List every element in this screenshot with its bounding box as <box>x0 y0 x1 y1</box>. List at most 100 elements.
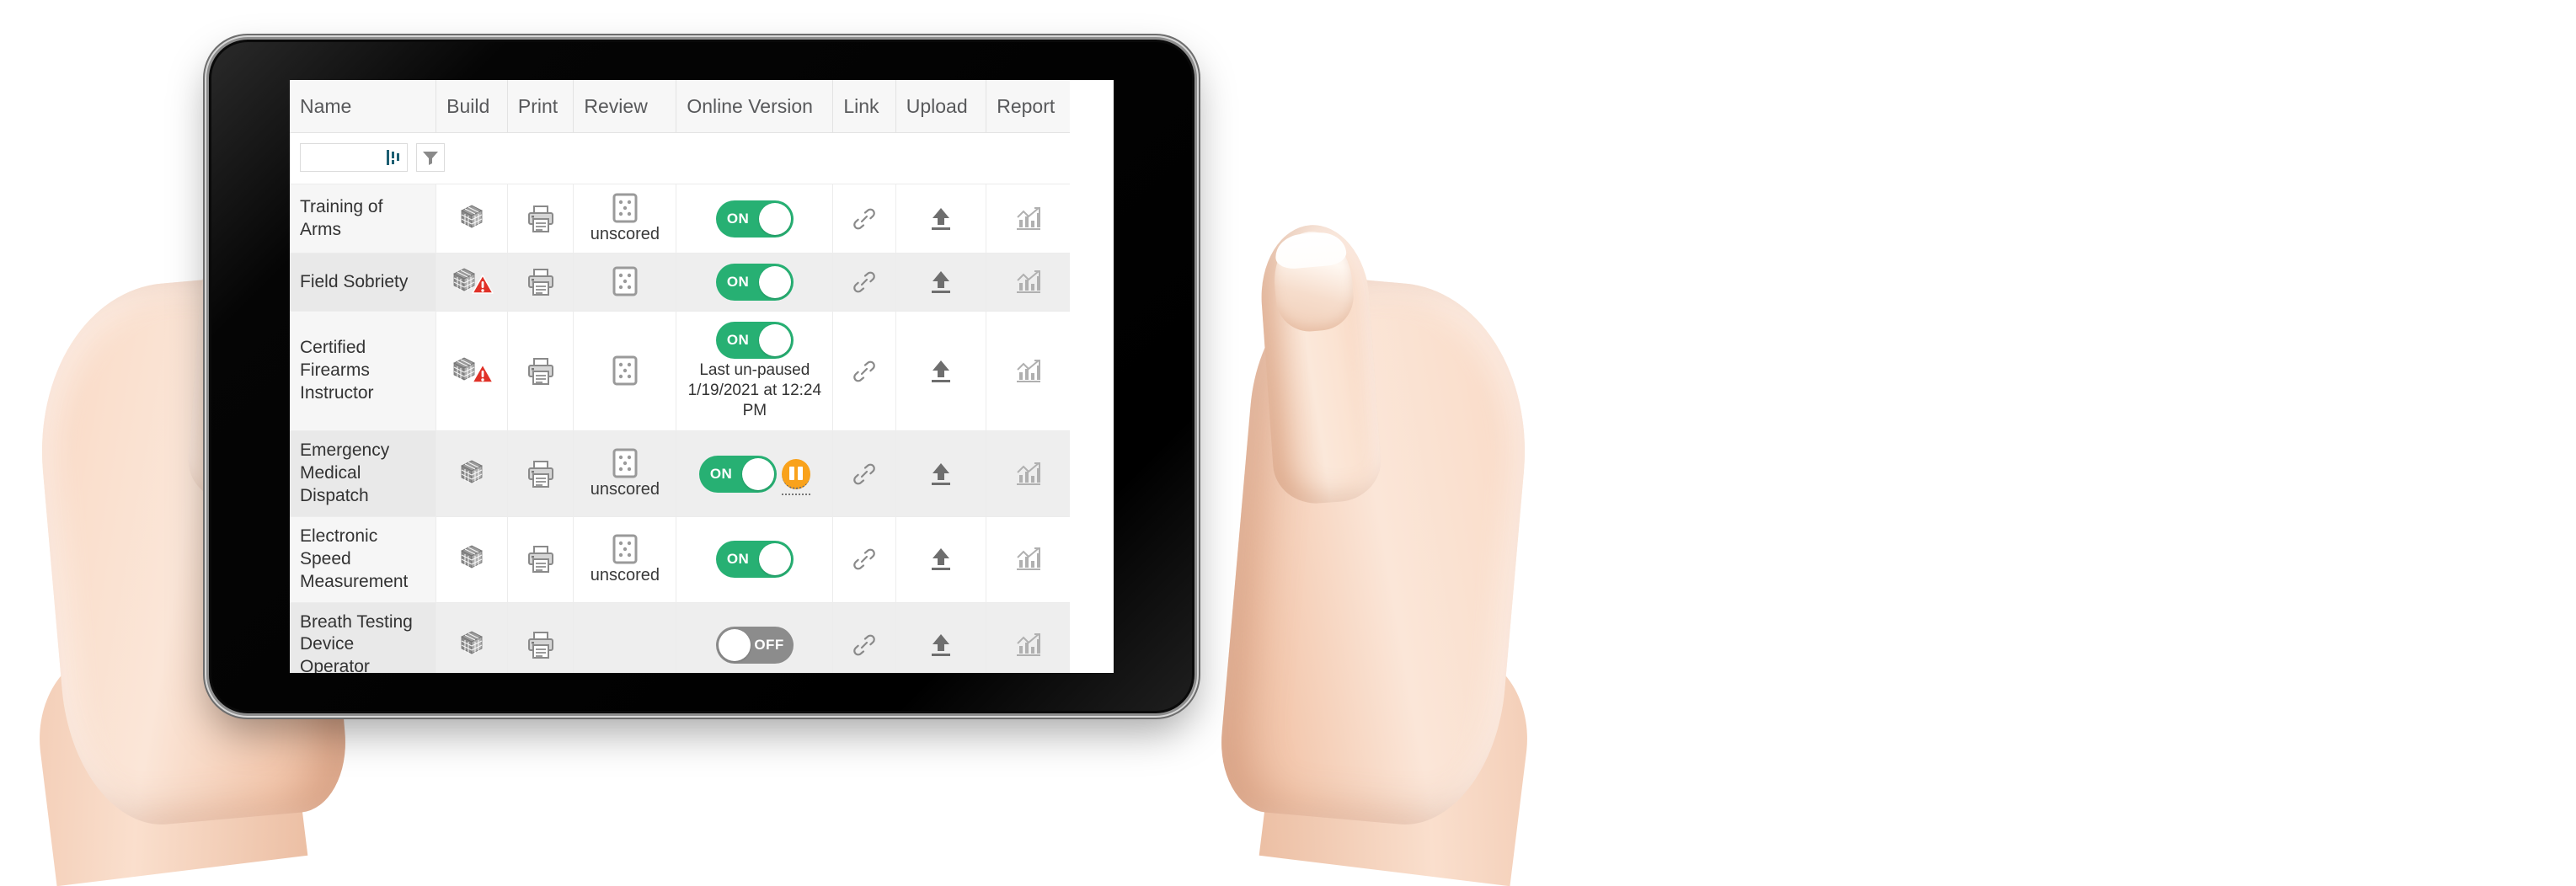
column-header-print[interactable]: Print <box>507 80 575 133</box>
report-cell[interactable] <box>986 516 1070 603</box>
review-cell[interactable] <box>573 311 677 432</box>
upload-arrow-icon[interactable] <box>928 632 954 658</box>
chain-link-icon[interactable] <box>852 547 876 571</box>
table-row[interactable]: Certified Firearms Instructor ON Last un… <box>290 311 1070 432</box>
upload-cell[interactable] <box>895 184 987 254</box>
bar-chart-icon[interactable] <box>1015 359 1042 384</box>
link-cell[interactable] <box>832 311 896 432</box>
online-toggle[interactable]: OFF <box>715 626 794 664</box>
bar-chart-icon[interactable] <box>1015 462 1042 487</box>
table-row[interactable]: Breath Testing Device Operator OFF <box>290 602 1070 673</box>
table-row[interactable]: Field Sobriety ON <box>290 253 1070 312</box>
link-cell[interactable] <box>832 253 896 312</box>
link-cell[interactable] <box>832 602 896 673</box>
upload-arrow-icon[interactable] <box>928 270 954 295</box>
column-header-review[interactable]: Review <box>573 80 677 133</box>
column-header-upload[interactable]: Upload <box>895 80 987 133</box>
bar-chart-icon[interactable] <box>1015 632 1042 658</box>
online-toggle[interactable]: ON <box>698 455 777 493</box>
review-cell[interactable]: unscored <box>573 184 677 254</box>
report-cell[interactable] <box>986 430 1070 517</box>
print-cell[interactable] <box>507 253 575 312</box>
score-card-icon[interactable] <box>612 266 638 296</box>
review-cell[interactable]: unscored <box>573 516 677 603</box>
link-cell[interactable] <box>832 430 896 517</box>
build-cell[interactable] <box>436 184 508 254</box>
review-cell[interactable] <box>573 253 677 312</box>
columns-icon[interactable] <box>385 148 402 167</box>
online-version-cell[interactable]: ON Last un-paused 1/19/2021 at 12:24 PM <box>676 311 834 432</box>
build-cell[interactable] <box>436 516 508 603</box>
cube-icon[interactable] <box>457 459 486 489</box>
upload-cell[interactable] <box>895 602 987 673</box>
upload-cell[interactable] <box>895 430 987 517</box>
print-cell[interactable] <box>507 516 575 603</box>
print-cell[interactable] <box>507 184 575 254</box>
online-toggle[interactable]: ON <box>715 200 794 238</box>
online-toggle[interactable]: ON <box>715 264 794 301</box>
table-row[interactable]: Emergency Medical Dispatch unscored ON <box>290 430 1070 517</box>
printer-icon[interactable] <box>527 545 554 574</box>
chain-link-icon[interactable] <box>852 207 876 231</box>
build-cell[interactable] <box>436 602 508 673</box>
online-version-cell[interactable]: ON <box>676 430 834 517</box>
printer-icon[interactable] <box>527 631 554 659</box>
printer-icon[interactable] <box>527 357 554 386</box>
funnel-icon[interactable] <box>422 149 439 166</box>
name-filter-input[interactable] <box>300 143 408 172</box>
upload-arrow-icon[interactable] <box>928 359 954 384</box>
pause-button[interactable] <box>781 458 810 495</box>
online-version-cell[interactable]: ON <box>676 184 834 254</box>
printer-icon[interactable] <box>527 460 554 488</box>
warning-triangle-icon[interactable] <box>472 275 494 295</box>
online-version-cell[interactable]: ON <box>676 253 834 312</box>
upload-arrow-icon[interactable] <box>928 547 954 572</box>
column-header-name[interactable]: Name <box>290 80 437 133</box>
link-cell[interactable] <box>832 516 896 603</box>
cube-icon[interactable] <box>457 544 486 574</box>
column-header-link[interactable]: Link <box>832 80 896 133</box>
review-cell[interactable]: unscored <box>573 430 677 517</box>
printer-icon[interactable] <box>527 205 554 233</box>
column-header-report[interactable]: Report <box>986 80 1070 133</box>
chain-link-icon[interactable] <box>852 462 876 486</box>
online-toggle[interactable]: ON <box>715 322 794 359</box>
warning-triangle-icon[interactable] <box>472 363 494 384</box>
bar-chart-icon[interactable] <box>1015 547 1042 572</box>
table-row[interactable]: Training of Arms unscored ON <box>290 184 1070 254</box>
table-row[interactable]: Electronic Speed Measurement unscored ON <box>290 516 1070 603</box>
link-cell[interactable] <box>832 184 896 254</box>
chain-link-icon[interactable] <box>852 360 876 383</box>
score-card-icon[interactable] <box>612 355 638 386</box>
cube-icon[interactable] <box>457 630 486 660</box>
build-cell[interactable] <box>436 311 508 432</box>
bar-chart-icon[interactable] <box>1015 270 1042 295</box>
print-cell[interactable] <box>507 602 575 673</box>
upload-cell[interactable] <box>895 516 987 603</box>
chain-link-icon[interactable] <box>852 270 876 294</box>
print-cell[interactable] <box>507 430 575 517</box>
upload-cell[interactable] <box>895 311 987 432</box>
report-cell[interactable] <box>986 184 1070 254</box>
funnel-icon-button[interactable] <box>416 143 445 172</box>
build-cell[interactable] <box>436 430 508 517</box>
report-cell[interactable] <box>986 253 1070 312</box>
online-version-cell[interactable]: OFF <box>676 602 834 673</box>
cube-icon[interactable] <box>457 204 486 234</box>
upload-cell[interactable] <box>895 253 987 312</box>
online-version-cell[interactable]: ON <box>676 516 834 603</box>
upload-arrow-icon[interactable] <box>928 462 954 487</box>
upload-arrow-icon[interactable] <box>928 206 954 232</box>
build-cell[interactable] <box>436 253 508 312</box>
report-cell[interactable] <box>986 602 1070 673</box>
column-header-online-version[interactable]: Online Version <box>676 80 834 133</box>
chain-link-icon[interactable] <box>852 633 876 657</box>
column-header-build[interactable]: Build <box>436 80 508 133</box>
report-cell[interactable] <box>986 311 1070 432</box>
printer-icon[interactable] <box>527 268 554 296</box>
score-card-icon[interactable] <box>612 534 638 564</box>
print-cell[interactable] <box>507 311 575 432</box>
score-card-icon[interactable] <box>612 448 638 478</box>
bar-chart-icon[interactable] <box>1015 206 1042 232</box>
online-toggle[interactable]: ON <box>715 541 794 579</box>
